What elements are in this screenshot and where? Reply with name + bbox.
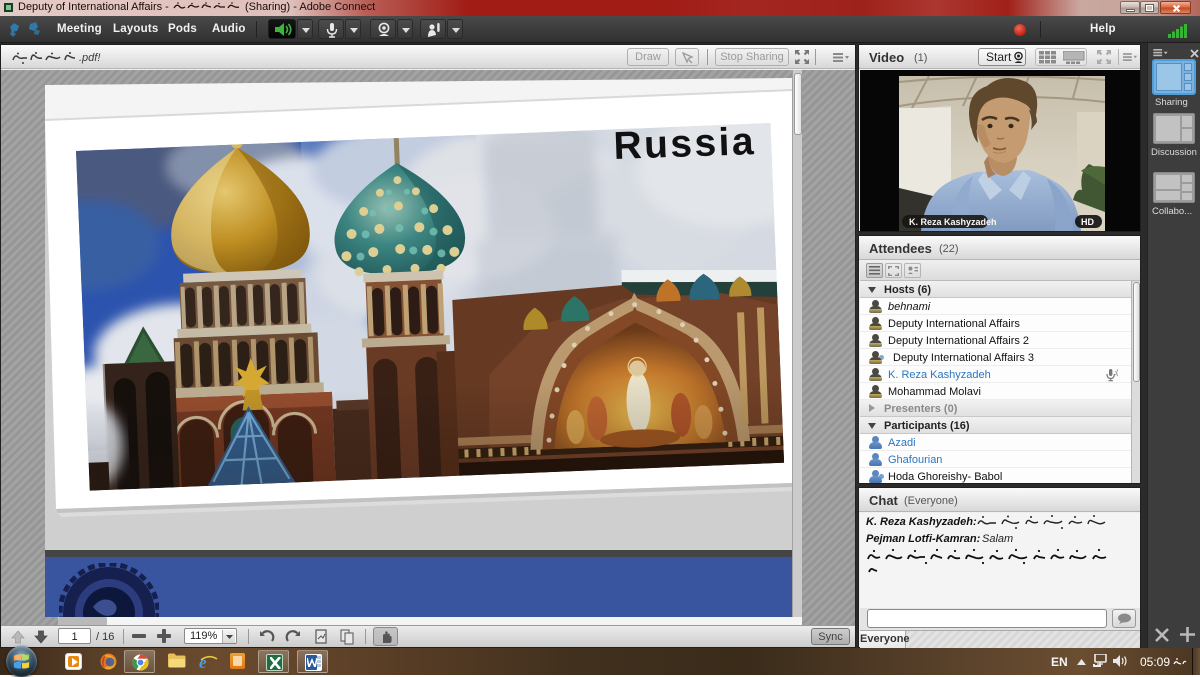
svg-text:K. Reza Kashyzadeh:: K. Reza Kashyzadeh: bbox=[866, 516, 977, 528]
svg-text:Pejman Lotfi-Kamran:: Pejman Lotfi-Kamran: bbox=[866, 533, 981, 545]
svg-text:.pdf!: .pdf! bbox=[79, 52, 100, 64]
svg-text:Salam: Salam bbox=[982, 533, 1013, 545]
svg-text:Russia: Russia bbox=[613, 120, 755, 168]
svg-text:e: e bbox=[199, 653, 207, 670]
svg-text:HD: HD bbox=[1081, 217, 1094, 227]
